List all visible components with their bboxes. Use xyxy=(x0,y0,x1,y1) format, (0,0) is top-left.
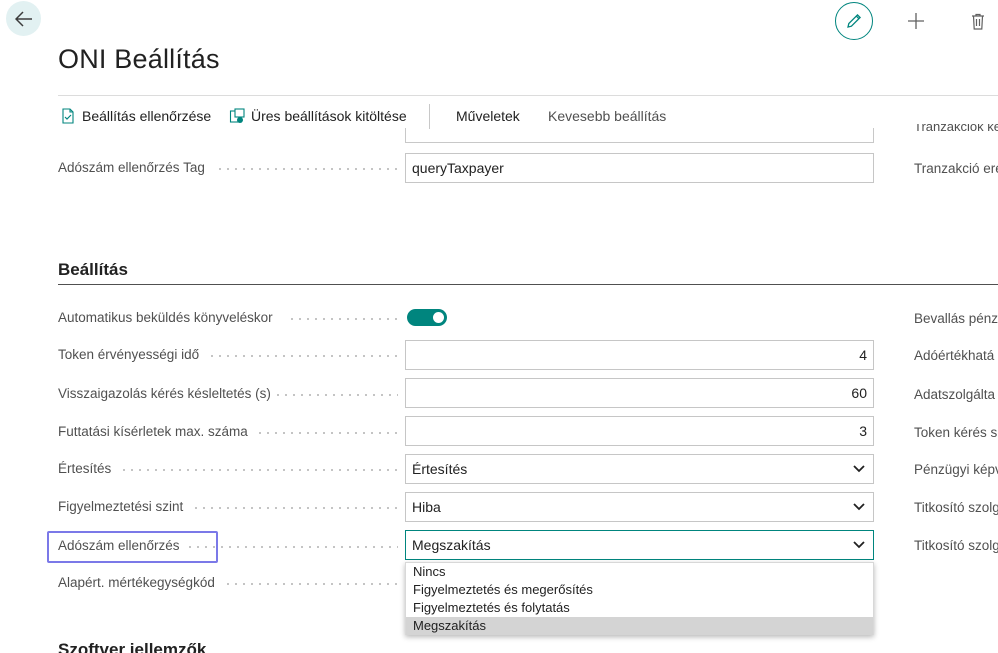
right-column-label: Token kérés s xyxy=(914,425,998,440)
right-column-label: Titkosító szolg xyxy=(914,538,998,553)
section-title-software: Szoftver jellemzők xyxy=(58,640,207,653)
clipped-right-label: Tranzakciók ke xyxy=(914,124,998,134)
leader-dots xyxy=(256,432,398,434)
chevron-down-icon xyxy=(853,541,865,549)
operations-label: Műveletek xyxy=(456,108,520,124)
back-arrow-icon xyxy=(14,10,32,27)
right-column-label: Pénzügyi képv xyxy=(914,462,998,477)
fewer-settings-toggle[interactable]: Kevesebb beállítás xyxy=(548,106,666,126)
leader-dots xyxy=(120,469,398,471)
leader-dots xyxy=(288,318,398,320)
tax-check-select-value: Megszakítás xyxy=(412,537,491,553)
fill-empty-settings-action[interactable]: Üres beállítások kitöltése xyxy=(229,106,407,126)
right-column-label: Bevallás pénz xyxy=(914,311,998,326)
check-settings-label: Beállítás ellenőrzése xyxy=(82,108,212,124)
notification-select[interactable]: Értesítés xyxy=(405,454,874,484)
token-validity-input[interactable]: 4 xyxy=(405,340,874,370)
fill-empty-settings-label: Üres beállítások kitöltése xyxy=(251,108,407,124)
max-attempts-input[interactable]: 3 xyxy=(405,416,874,446)
check-settings-action[interactable]: Beállítás ellenőrzése xyxy=(60,106,211,126)
clipped-input-field[interactable] xyxy=(405,128,874,143)
edit-button[interactable] xyxy=(835,2,873,40)
pencil-icon xyxy=(847,13,862,28)
action-bar-divider xyxy=(58,95,998,96)
action-separator xyxy=(429,104,430,129)
highlight-box xyxy=(47,531,218,563)
leader-dots xyxy=(208,355,398,357)
section-title-settings: Beállítás xyxy=(58,260,128,279)
leader-dots xyxy=(274,394,398,396)
tax-check-tag-input[interactable]: queryTaxpayer xyxy=(405,153,874,183)
tax-check-tag-label: Adószám ellenőrzés Tag xyxy=(58,160,205,175)
auto-send-toggle[interactable] xyxy=(407,309,447,326)
max-attempts-label: Futtatási kísérletek max. száma xyxy=(58,424,248,439)
page-title: ONI Beállítás xyxy=(58,44,220,74)
dropdown-option-none[interactable]: Nincs xyxy=(406,563,873,581)
warning-level-select-value: Hiba xyxy=(412,499,441,515)
dropdown-option-warn-confirm[interactable]: Figyelmeztetés és megerősítés xyxy=(406,581,873,599)
warning-level-label: Figyelmeztetési szint xyxy=(58,499,184,514)
leader-dots xyxy=(192,507,398,509)
tax-check-dropdown-list: Nincs Figyelmeztetés és megerősítés Figy… xyxy=(405,562,874,635)
back-button[interactable] xyxy=(6,1,41,36)
token-validity-label: Token érvényességi idő xyxy=(58,347,200,362)
auto-send-label: Automatikus beküldés könyveléskor xyxy=(58,310,273,325)
chevron-down-icon xyxy=(853,503,865,511)
right-column-label: Adatszolgálta xyxy=(914,387,996,402)
tax-check-select[interactable]: Megszakítás xyxy=(405,530,874,560)
dropdown-option-warn-continue[interactable]: Figyelmeztetés és folytatás xyxy=(406,599,873,617)
right-column-label: Tranzakció ere xyxy=(914,161,998,176)
notification-select-value: Értesítés xyxy=(412,461,468,477)
new-button[interactable] xyxy=(903,8,929,34)
chevron-down-icon xyxy=(853,465,865,473)
dropdown-option-abort[interactable]: Megszakítás xyxy=(406,617,873,635)
default-uom-label: Alapért. mértékegységkód xyxy=(58,575,215,590)
notification-label: Értesítés xyxy=(58,461,112,476)
section-divider xyxy=(58,284,998,285)
leader-dots xyxy=(224,583,398,585)
document-check-icon xyxy=(60,108,76,124)
plus-icon xyxy=(908,13,924,29)
toggle-knob xyxy=(433,312,444,323)
delete-button[interactable] xyxy=(966,8,990,34)
trash-icon xyxy=(972,13,984,30)
warning-level-select[interactable]: Hiba xyxy=(405,492,874,522)
right-column-label: Adóértékhatá xyxy=(914,348,995,363)
right-column-label: Titkosító szolg xyxy=(914,500,998,515)
operations-menu[interactable]: Műveletek xyxy=(456,106,520,126)
fill-settings-icon xyxy=(229,108,245,124)
ack-delay-label: Visszaigazolás kérés késleltetés (s) xyxy=(58,386,271,401)
leader-dots xyxy=(216,168,398,170)
ack-delay-input[interactable]: 60 xyxy=(405,378,874,408)
fewer-settings-label: Kevesebb beállítás xyxy=(548,108,667,124)
